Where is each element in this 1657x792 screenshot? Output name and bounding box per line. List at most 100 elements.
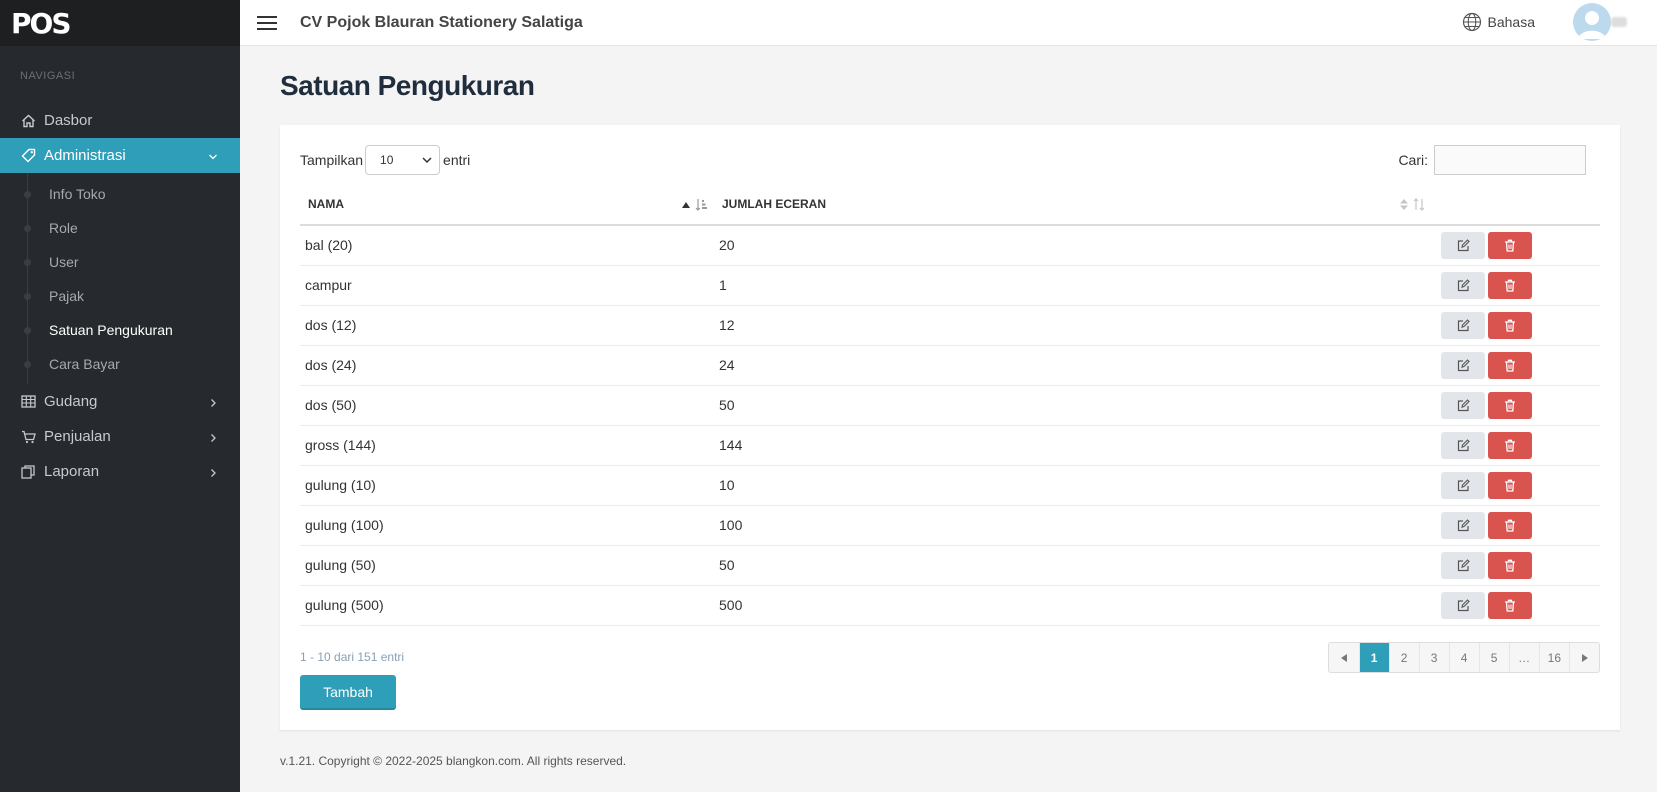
page-title: Satuan Pengukuran (280, 70, 535, 101)
table-row: gross (144) 144 (300, 425, 1600, 466)
sidebar-item-gudang[interactable]: Gudang (0, 384, 240, 419)
edit-icon (1457, 558, 1470, 571)
delete-button[interactable] (1488, 231, 1532, 259)
sidebar-item-label: Gudang (44, 393, 98, 410)
cell-actions (1435, 505, 1600, 546)
delete-button[interactable] (1488, 471, 1532, 499)
delete-button[interactable] (1488, 431, 1532, 459)
table-row: gulung (10) 10 (300, 465, 1600, 506)
top-bar: CV Pojok Blauran Stationery Salatiga Bah… (240, 0, 1657, 46)
cell-jumlah-eceran: 10 (714, 465, 1435, 506)
edit-button[interactable] (1441, 591, 1485, 619)
avatar[interactable] (1573, 3, 1611, 41)
sidebar-subitem-pajak[interactable]: Pajak (0, 279, 240, 313)
column-header-jumlah-eceran[interactable]: JUMLAH ECERAN (714, 183, 1435, 226)
delete-button[interactable] (1488, 511, 1532, 539)
menu-toggle-icon[interactable] (257, 15, 277, 30)
column-header-actions (1435, 183, 1600, 226)
pagination-page-3[interactable]: 3 (1418, 643, 1449, 672)
table-row: dos (50) 50 (300, 385, 1600, 426)
delete-button[interactable] (1488, 351, 1532, 379)
column-header-nama[interactable]: NAMA (300, 183, 714, 226)
tag-icon (20, 148, 36, 164)
cell-actions (1435, 425, 1600, 466)
sidebar-subitem-cara-bayar[interactable]: Cara Bayar (0, 347, 240, 381)
search-control: Cari: (1398, 145, 1586, 175)
trash-icon (1505, 479, 1515, 492)
cell-actions (1435, 545, 1600, 586)
page-size-select[interactable]: 10 (365, 145, 441, 175)
chevron-right-icon (208, 430, 218, 447)
cell-actions (1435, 305, 1600, 346)
sidebar-subitem-role[interactable]: Role (0, 211, 240, 245)
sidebar-subitem-info-toko[interactable]: Info Toko (0, 177, 240, 211)
sidebar-item-laporan[interactable]: Laporan (0, 454, 240, 489)
user-name-blurred[interactable] (1611, 17, 1627, 27)
sidebar-subitem-user[interactable]: User (0, 245, 240, 279)
cell-actions (1435, 265, 1600, 306)
sidebar-item-penjualan[interactable]: Penjualan (0, 419, 240, 454)
pagination-page-1[interactable]: 1 (1358, 643, 1389, 672)
search-input[interactable] (1434, 145, 1586, 175)
edit-button[interactable] (1441, 471, 1485, 499)
trash-icon (1505, 559, 1515, 572)
pagination-prev[interactable] (1329, 643, 1359, 672)
brand-logo[interactable]: POS (0, 0, 240, 46)
cell-jumlah-eceran: 500 (714, 585, 1435, 626)
table-info: 1 - 10 dari 151 entri (300, 650, 405, 664)
delete-button[interactable] (1488, 591, 1532, 619)
sidebar-item-dasbor[interactable]: Dasbor (0, 103, 240, 138)
trash-icon (1505, 239, 1515, 252)
pagination-page-2[interactable]: 2 (1388, 643, 1419, 672)
edit-button[interactable] (1441, 231, 1485, 259)
page-size-value: 10 (380, 153, 394, 167)
trash-icon (1505, 279, 1515, 292)
edit-button[interactable] (1441, 431, 1485, 459)
cell-nama: dos (12) (300, 305, 714, 346)
show-label: Tampilkan (300, 152, 364, 168)
pagination-next[interactable] (1569, 643, 1599, 672)
edit-button[interactable] (1441, 511, 1485, 539)
company-name: CV Pojok Blauran Stationery Salatiga (300, 13, 583, 31)
sidebar-item-label: Penjualan (44, 428, 111, 445)
chevron-right-icon (208, 395, 218, 412)
pagination: 1 2 3 4 5 … 16 (1327, 642, 1600, 673)
delete-button[interactable] (1488, 551, 1532, 579)
edit-button[interactable] (1441, 551, 1485, 579)
language-selector[interactable]: Bahasa (1462, 12, 1535, 32)
edit-icon (1457, 398, 1470, 411)
sidebar-item-administrasi[interactable]: Administrasi (0, 138, 240, 173)
pagination-page-5[interactable]: 5 (1478, 643, 1509, 672)
delete-button[interactable] (1488, 391, 1532, 419)
cell-nama: campur (300, 265, 714, 306)
cell-actions (1435, 345, 1600, 386)
edit-button[interactable] (1441, 391, 1485, 419)
cell-jumlah-eceran: 1 (714, 265, 1435, 306)
cell-nama: gulung (10) (300, 465, 714, 506)
home-icon (20, 113, 36, 129)
search-label: Cari: (1398, 152, 1428, 168)
pagination-page-4[interactable]: 4 (1448, 643, 1479, 672)
edit-button[interactable] (1441, 311, 1485, 339)
delete-button[interactable] (1488, 311, 1532, 339)
table-row: gulung (100) 100 (300, 505, 1600, 546)
table-icon (20, 394, 36, 410)
table-row: dos (12) 12 (300, 305, 1600, 346)
delete-button[interactable] (1488, 271, 1532, 299)
trash-icon (1505, 319, 1515, 332)
table-row: bal (20) 20 (300, 225, 1600, 266)
pagination-page-16[interactable]: 16 (1538, 643, 1569, 672)
cell-nama: gross (144) (300, 425, 714, 466)
caret-right-icon (1581, 653, 1588, 662)
cell-jumlah-eceran: 50 (714, 545, 1435, 586)
trash-icon (1505, 599, 1515, 612)
units-table: NAMA JUMLAH ECERAN bal (20) 20 campur 1 dos … (300, 183, 1600, 626)
sidebar-subitem-satuan-pengukuran[interactable]: Satuan Pengukuran (0, 313, 240, 347)
cell-jumlah-eceran: 12 (714, 305, 1435, 346)
edit-button[interactable] (1441, 351, 1485, 379)
edit-button[interactable] (1441, 271, 1485, 299)
sidebar-item-label: Administrasi (44, 147, 126, 164)
add-button[interactable]: Tambah (300, 675, 396, 710)
entries-label: entri (443, 152, 471, 168)
cell-jumlah-eceran: 20 (714, 225, 1435, 266)
